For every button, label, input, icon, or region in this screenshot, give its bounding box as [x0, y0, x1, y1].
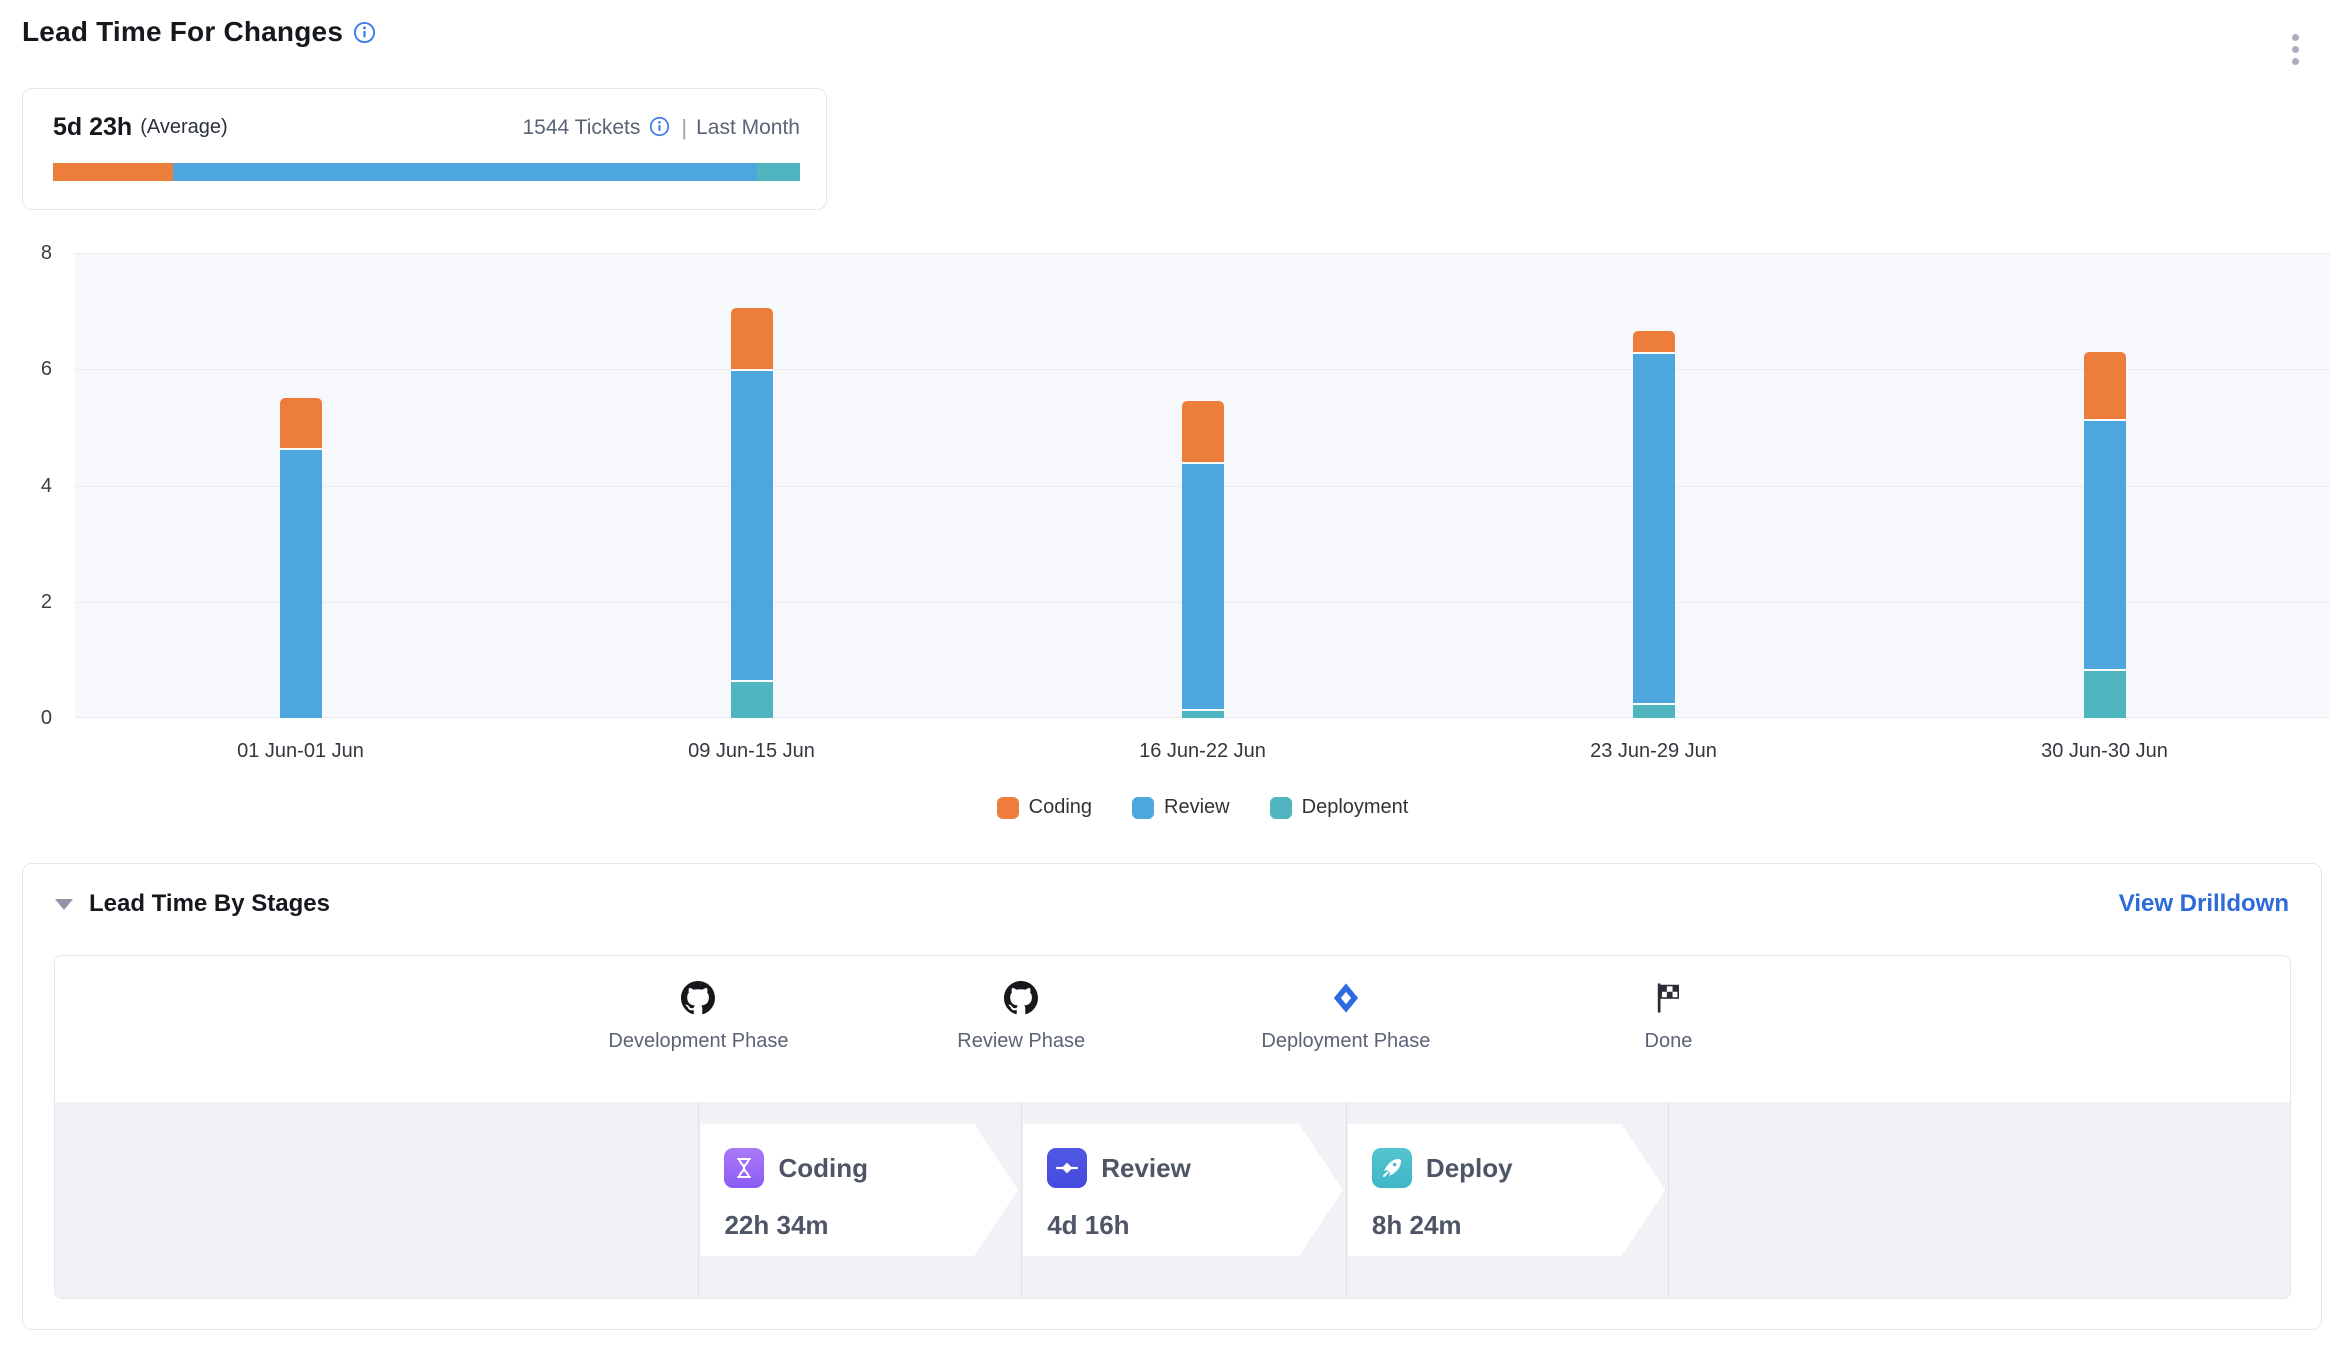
view-drilldown-link[interactable]: View Drilldown	[2119, 890, 2289, 918]
y-axis-label: 0	[0, 705, 52, 731]
phase-header-row: Development Phase Review Phase Deploymen…	[55, 956, 2290, 1102]
gridline	[75, 369, 2330, 370]
y-axis-label: 6	[0, 356, 52, 382]
bar-segment-review-4[interactable]	[2084, 419, 2126, 669]
phase-label: Development Phase	[608, 1030, 788, 1053]
legend-swatch	[997, 797, 1019, 819]
stage-card-coding: Coding 22h 34m	[700, 1124, 1018, 1256]
rocket-icon	[1372, 1148, 1412, 1188]
x-axis-label: 30 Jun-30 Jun	[1985, 740, 2225, 763]
plot-area	[75, 253, 2330, 718]
x-axis-label: 01 Jun-01 Jun	[181, 740, 421, 763]
github-icon	[681, 980, 715, 1016]
phase-review: Review Phase	[881, 980, 1161, 1053]
bar-segment-coding-3[interactable]	[1633, 331, 1675, 351]
phase-label: Review Phase	[957, 1030, 1085, 1053]
legend-swatch	[1132, 797, 1154, 819]
diamond-icon	[1331, 980, 1361, 1016]
lead-time-by-stages-card: Lead Time By Stages View Drilldown Devel…	[22, 863, 2322, 1330]
column-divider	[1021, 1102, 1022, 1299]
phase-deployment: Deployment Phase	[1206, 980, 1486, 1053]
x-axis-label: 23 Jun-29 Jun	[1534, 740, 1774, 763]
stage-table: Development Phase Review Phase Deploymen…	[54, 955, 2291, 1299]
y-axis-label: 2	[0, 589, 52, 615]
bar-segment-deployment-2[interactable]	[1182, 709, 1224, 718]
bar-segment-deployment-1[interactable]	[731, 680, 773, 718]
stage-duration: 8h 24m	[1372, 1210, 1610, 1241]
legend-item-coding[interactable]: Coding	[997, 796, 1092, 819]
chart-legend: Coding Review Deployment	[75, 796, 2330, 819]
stage-card-review: Review 4d 16h	[1023, 1124, 1343, 1256]
bar-segment-coding-0[interactable]	[280, 398, 322, 447]
column-divider	[1668, 1102, 1669, 1299]
github-icon	[1004, 980, 1038, 1016]
legend-label: Deployment	[1302, 796, 1409, 819]
stage-name: Coding	[778, 1153, 868, 1184]
stage-name: Review	[1101, 1153, 1191, 1184]
y-axis-label: 4	[0, 473, 52, 499]
stages-header: Lead Time By Stages View Drilldown	[55, 886, 2289, 922]
stage-duration: 4d 16h	[1047, 1210, 1287, 1241]
legend-item-review[interactable]: Review	[1132, 796, 1230, 819]
stages-title: Lead Time By Stages	[89, 890, 330, 918]
bar-segment-coding-2[interactable]	[1182, 401, 1224, 462]
y-axis-label: 8	[0, 240, 52, 266]
collapse-caret-icon[interactable]	[55, 899, 73, 910]
bar-segment-review-0[interactable]	[280, 448, 322, 718]
column-divider	[698, 1102, 699, 1299]
bar-segment-review-1[interactable]	[731, 369, 773, 680]
phase-label: Deployment Phase	[1261, 1030, 1430, 1053]
stage-card-deploy: Deploy 8h 24m	[1348, 1124, 1666, 1256]
legend-swatch	[1270, 797, 1292, 819]
lead-time-chart: 0 2 4 6 8 01 Jun-01 Jun 09 Jun-15 Jun 16 Jun-22…	[0, 0, 2344, 840]
x-axis-label: 09 Jun-15 Jun	[632, 740, 872, 763]
gridline	[75, 253, 2330, 254]
column-divider	[1346, 1102, 1347, 1299]
lead-time-panel: Lead Time For Changes 5d 23h (Average) 1…	[0, 0, 2344, 1352]
phase-label: Done	[1645, 1030, 1693, 1053]
commit-icon	[1047, 1148, 1087, 1188]
x-axis-label: 16 Jun-22 Jun	[1083, 740, 1323, 763]
phase-done: Done	[1528, 980, 1808, 1053]
stage-body: Coding 22h 34m Review 4d 16h	[55, 1102, 2290, 1299]
bar-segment-review-3[interactable]	[1633, 352, 1675, 704]
checkered-flag-icon	[1653, 980, 1683, 1016]
stage-name: Deploy	[1426, 1153, 1513, 1184]
phase-development: Development Phase	[558, 980, 838, 1053]
bar-segment-deployment-4[interactable]	[2084, 669, 2126, 718]
stage-duration: 22h 34m	[724, 1210, 962, 1241]
bar-segment-deployment-3[interactable]	[1633, 703, 1675, 718]
bar-segment-coding-4[interactable]	[2084, 352, 2126, 419]
bar-segment-review-2[interactable]	[1182, 462, 1224, 709]
legend-label: Coding	[1029, 796, 1092, 819]
bar-segment-coding-1[interactable]	[731, 308, 773, 369]
legend-item-deployment[interactable]: Deployment	[1270, 796, 1409, 819]
hourglass-icon	[724, 1148, 764, 1188]
legend-label: Review	[1164, 796, 1230, 819]
